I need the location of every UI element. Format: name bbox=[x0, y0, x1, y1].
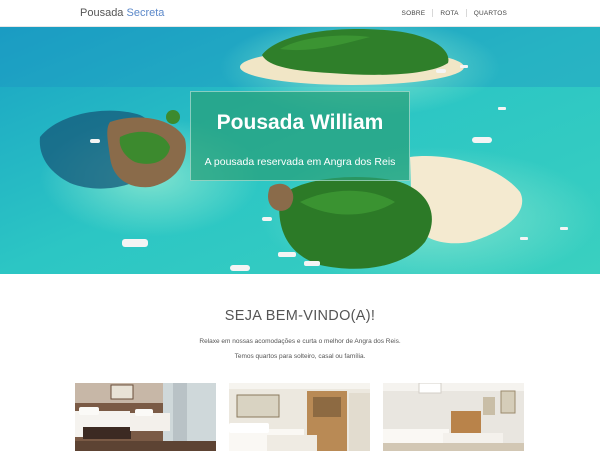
hero-title: Pousada William bbox=[216, 111, 384, 134]
welcome-text-line: Temos quartos para solteiro, casal ou fa… bbox=[234, 353, 366, 360]
welcome-heading: SEJA BEM-VINDO(A)! bbox=[224, 308, 376, 324]
welcome-text-line: Relaxe em nossas acomodações e curta o m… bbox=[199, 338, 401, 345]
hero-caption-box: Pousada William A pousada reservada em A… bbox=[190, 91, 410, 181]
nav-link-rota[interactable]: ROTA bbox=[433, 10, 465, 17]
navbar: Pousada Secreta SOBRE ROTA QUARTOS bbox=[0, 0, 600, 27]
room-card-image[interactable] bbox=[229, 383, 370, 451]
room-photo bbox=[383, 383, 524, 451]
hero-subtitle: A pousada reservada em Angra dos Reis bbox=[204, 156, 396, 168]
room-card-image[interactable] bbox=[75, 383, 216, 451]
brand-main: Pousada bbox=[80, 7, 124, 19]
room-card-image[interactable] bbox=[383, 383, 524, 451]
room-photo bbox=[75, 383, 216, 451]
brand-logo[interactable]: Pousada Secreta bbox=[80, 7, 164, 19]
brand-accent: Secreta bbox=[126, 7, 165, 19]
room-photo bbox=[229, 383, 370, 451]
nav-link-sobre[interactable]: SOBRE bbox=[395, 10, 433, 17]
hero-section: Pousada William A pousada reservada em A… bbox=[0, 27, 600, 274]
nav-link-quartos[interactable]: QUARTOS bbox=[467, 10, 514, 17]
nav-menu: SOBRE ROTA QUARTOS bbox=[395, 9, 514, 17]
